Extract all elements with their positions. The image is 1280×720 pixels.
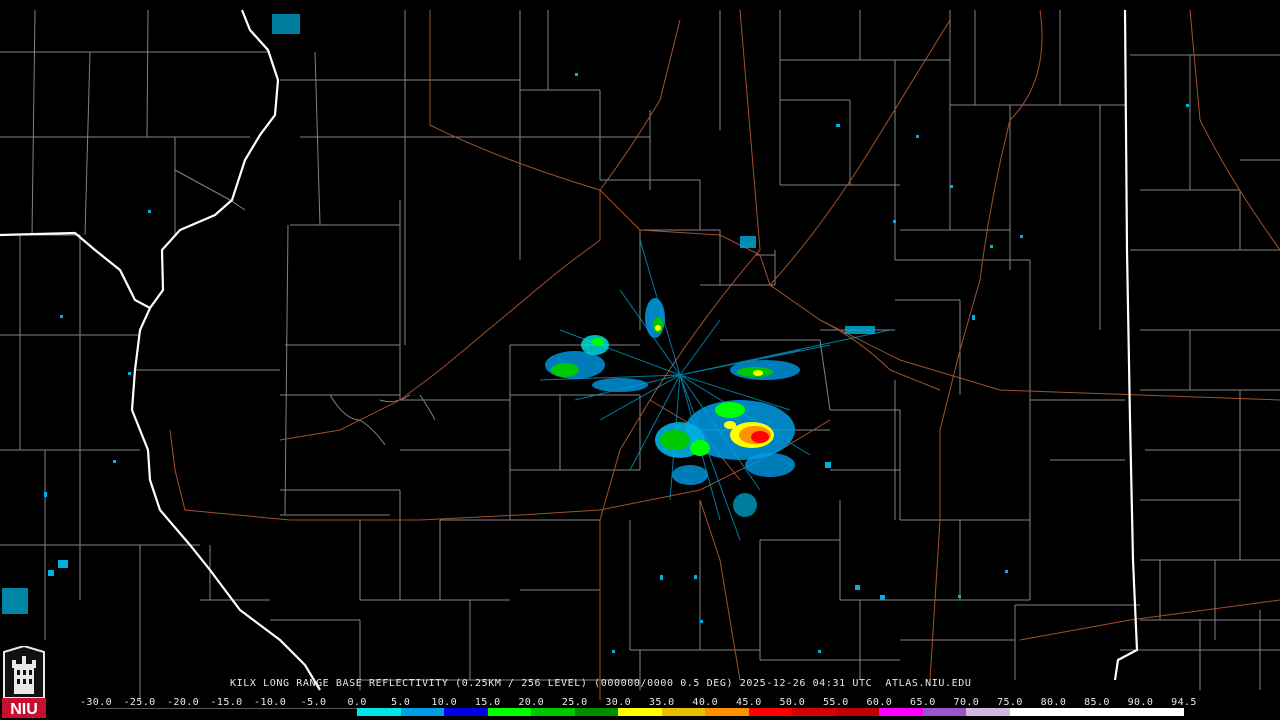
legend-tick-label: 10.0 xyxy=(431,697,457,708)
legend-color-segment xyxy=(487,708,532,716)
legend-tick-label: 45.0 xyxy=(735,697,762,708)
legend-tick-label: -20.0 xyxy=(166,697,200,708)
legend-color-segment xyxy=(879,708,923,716)
legend-color-segment xyxy=(139,708,184,717)
radar-echoes xyxy=(2,14,1189,653)
niu-logo-text: NIU xyxy=(10,701,38,718)
legend-tick-label: 30.0 xyxy=(605,697,632,708)
legend-color-segment xyxy=(835,708,880,716)
legend-color-segment xyxy=(705,708,749,716)
legend-color-segment xyxy=(966,708,1010,716)
radar-map xyxy=(0,9,1280,700)
legend-color-segment xyxy=(1053,708,1097,716)
legend-tick-label: -5.0 xyxy=(300,697,327,708)
legend-color-segment xyxy=(96,708,140,717)
legend-color-segment xyxy=(792,708,836,716)
legend-tick-label: 55.0 xyxy=(822,697,849,708)
state-boundaries xyxy=(0,9,1139,691)
legend-color-segment xyxy=(270,708,314,717)
legend-colorbar xyxy=(96,708,1184,717)
legend-color-segment xyxy=(313,708,358,717)
legend-tick-label: 5.0 xyxy=(390,697,411,708)
legend-tick-label: 60.0 xyxy=(866,697,893,708)
legend-tick-label: 90.0 xyxy=(1127,697,1154,708)
niu-logo: NIU xyxy=(2,646,46,718)
legend-tick-label: 50.0 xyxy=(779,697,806,708)
legend-tick-label: 65.0 xyxy=(910,697,936,708)
legend-tick-label: 15.0 xyxy=(474,697,501,708)
legend-color-segment xyxy=(1140,708,1184,716)
legend-tick-label: 70.0 xyxy=(953,697,980,708)
legend-tick-label: 94.5 xyxy=(1171,697,1197,708)
legend-color-segment xyxy=(183,708,227,717)
legend-color-segment xyxy=(574,708,619,716)
legend-color-segment xyxy=(1009,708,1054,716)
legend-tick-label: -15.0 xyxy=(210,697,243,708)
legend-color-segment xyxy=(400,708,445,716)
legend-tick-label: -10.0 xyxy=(254,697,287,708)
legend-tick-label: 25.0 xyxy=(561,697,588,708)
county-boundaries xyxy=(0,9,1280,700)
legend-tick-label: 85.0 xyxy=(1084,697,1110,708)
legend-tick-label: 80.0 xyxy=(1040,697,1067,708)
legend-color-segment xyxy=(618,708,662,716)
product-title: KILX LONG RANGE BASE REFLECTIVITY (0.25K… xyxy=(230,678,972,689)
legend-tick-label: 75.0 xyxy=(997,697,1023,708)
legend-color-segment xyxy=(661,708,706,716)
legend-color-segment xyxy=(357,708,401,716)
highways xyxy=(169,9,1280,700)
legend-tick-label: -30.0 xyxy=(79,697,113,708)
legend-tick-label: 35.0 xyxy=(648,697,675,708)
legend-color-segment xyxy=(226,708,271,717)
legend-tick-label: 0.0 xyxy=(347,697,367,708)
legend-color-segment xyxy=(1096,708,1141,716)
legend-tick-label: 20.0 xyxy=(518,697,545,708)
legend-tick-label: 40.0 xyxy=(692,697,719,708)
legend-color-segment xyxy=(748,708,793,716)
legend-color-segment xyxy=(922,708,967,716)
legend-color-segment xyxy=(444,708,488,716)
legend-tick-label: -25.0 xyxy=(123,697,156,708)
legend-color-segment xyxy=(531,708,575,716)
